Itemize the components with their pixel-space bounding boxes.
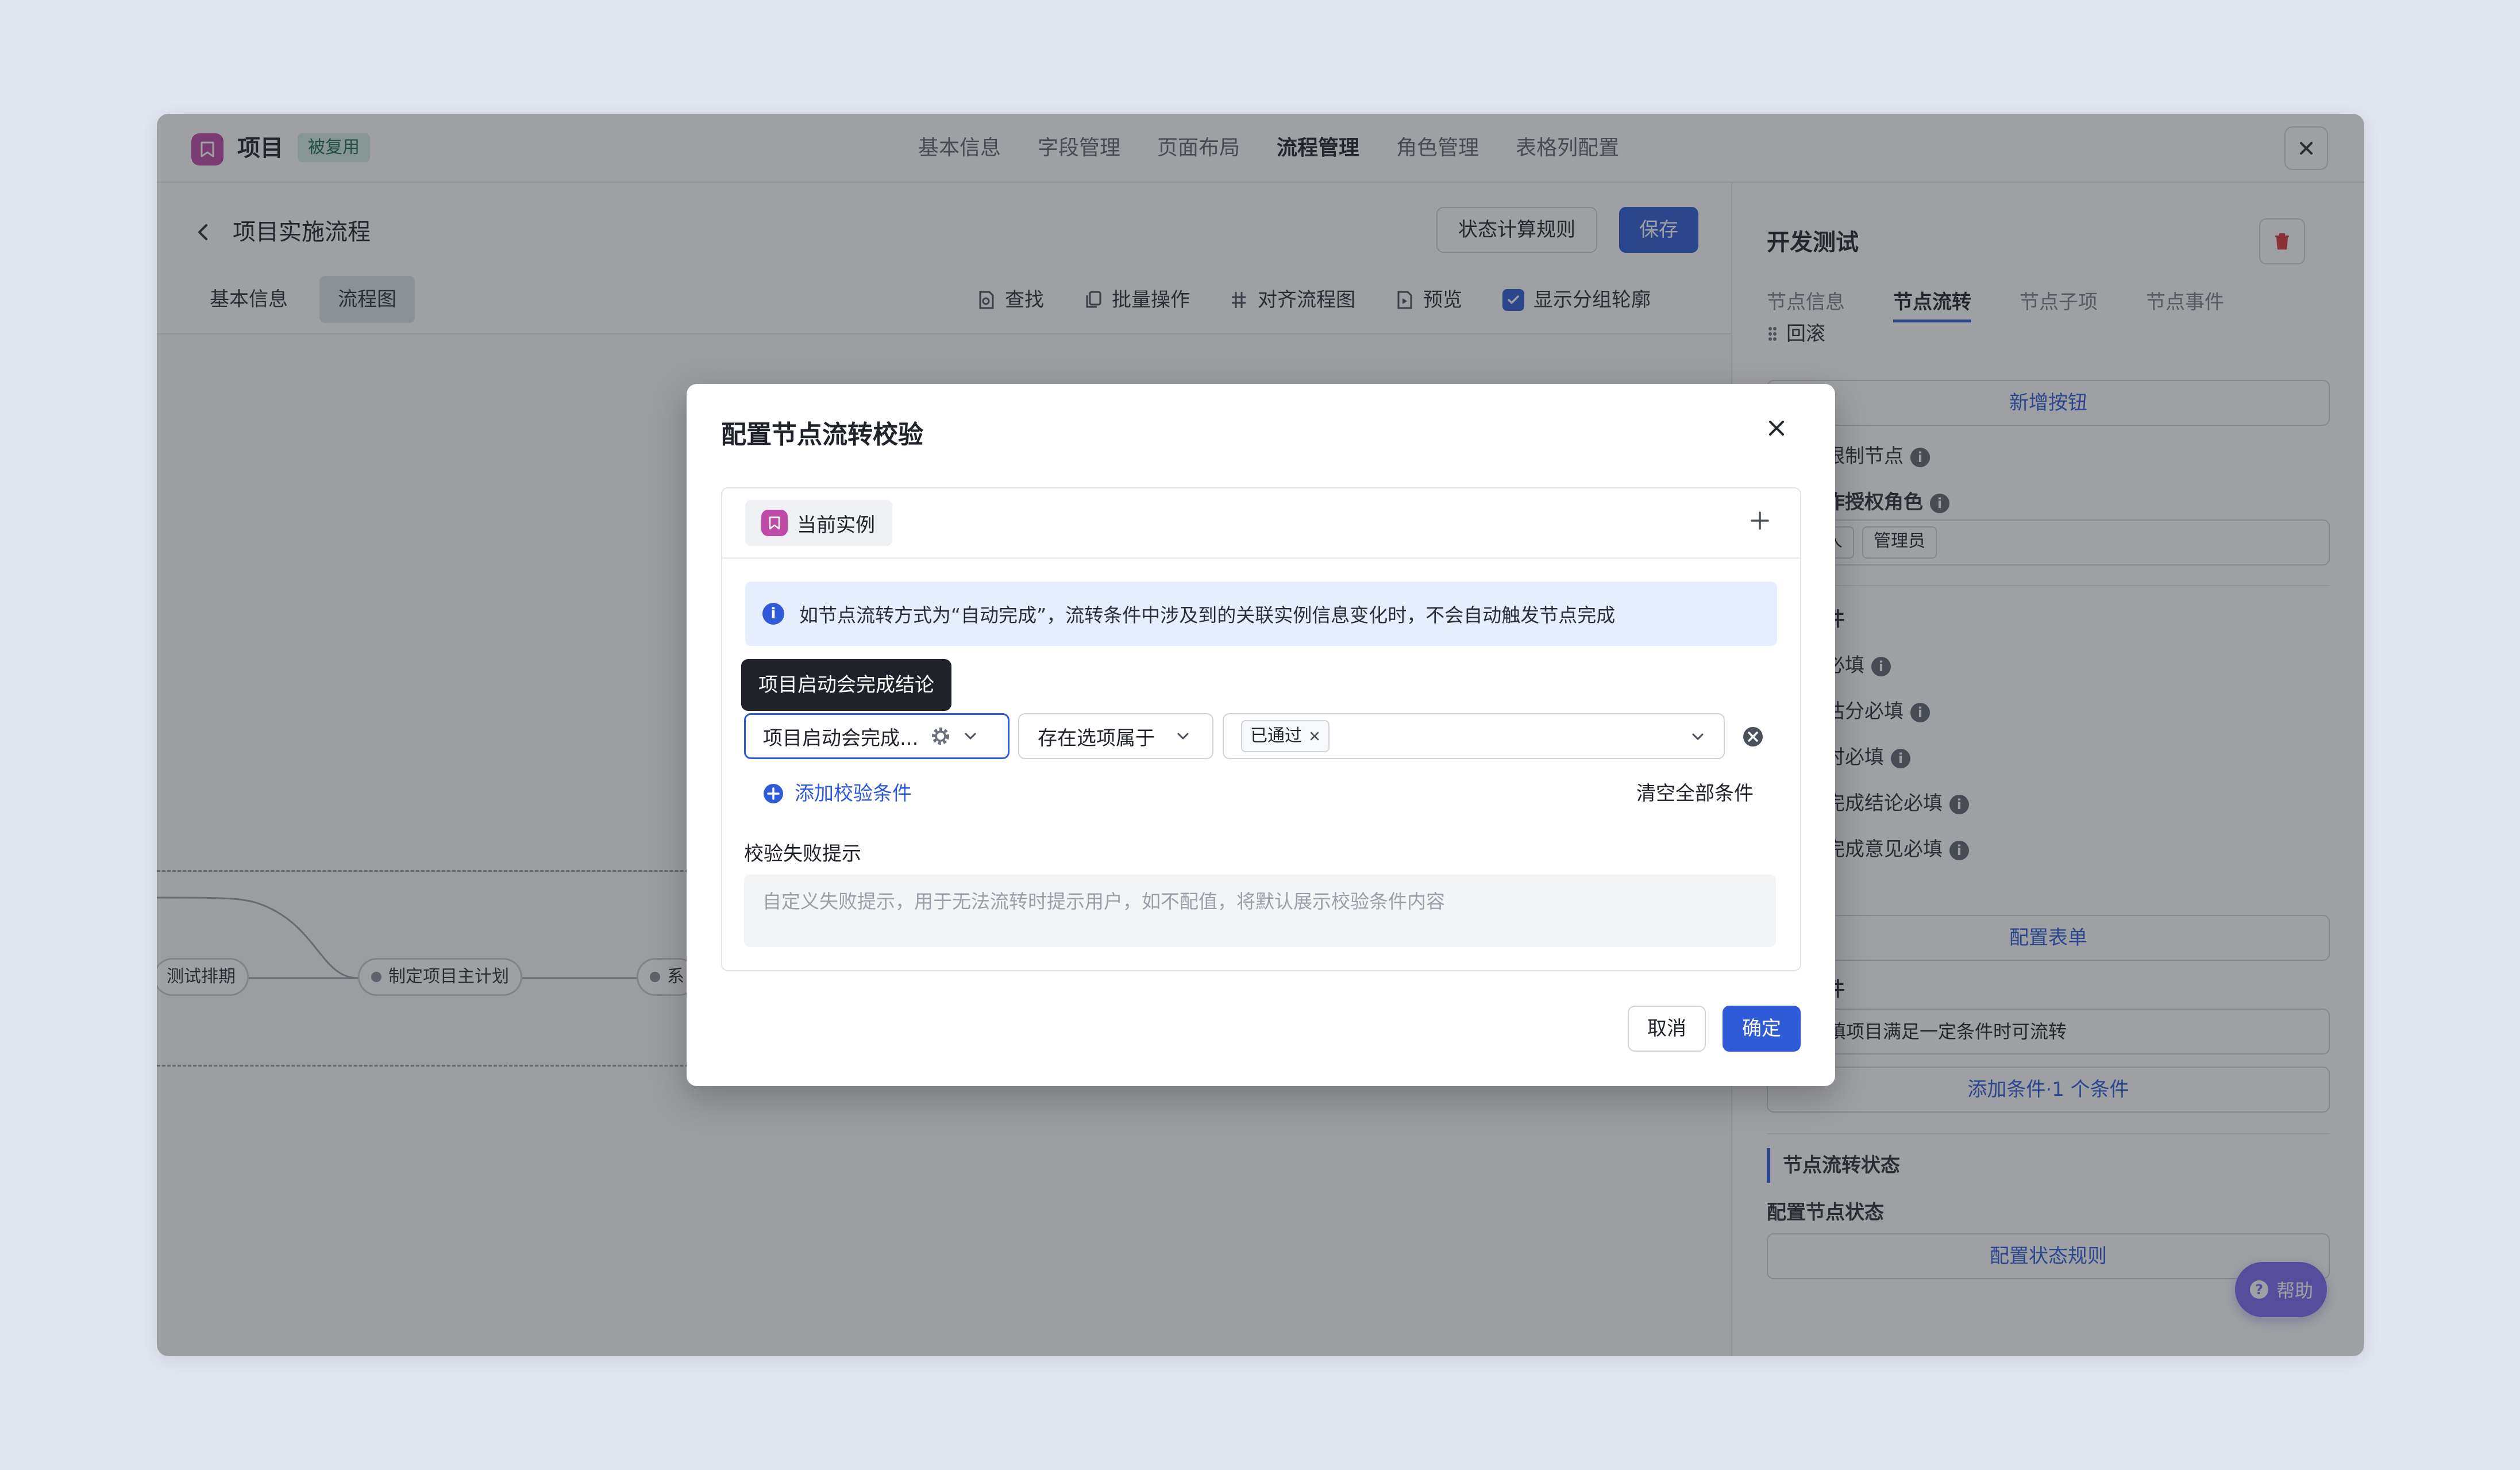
plus-circle-icon — [764, 784, 783, 803]
confirm-button[interactable]: 确定 — [1723, 1006, 1801, 1052]
chevron-down-icon — [965, 733, 976, 740]
current-instance-label: 当前实例 — [797, 513, 875, 537]
gear-icon[interactable] — [930, 725, 951, 747]
chevron-down-icon — [1177, 733, 1189, 740]
condition-field-select[interactable]: 项目启动会完成... — [744, 713, 1009, 759]
current-instance-tab[interactable]: 当前实例 — [745, 500, 892, 546]
info-icon: i — [762, 603, 784, 625]
bookmark-icon — [761, 510, 788, 536]
alert-text: 如节点流转方式为“自动完成”，流转条件中涉及到的关联实例信息变化时，不会自动触发… — [799, 604, 1616, 626]
add-condition-label: 添加校验条件 — [795, 782, 912, 805]
value-tag: 已通过 — [1241, 720, 1330, 752]
condition-value-select[interactable]: 已通过 — [1223, 713, 1725, 759]
fail-message-label: 校验失败提示 — [744, 842, 861, 865]
tag-remove-icon[interactable] — [1309, 730, 1320, 742]
close-circle-icon — [1743, 727, 1763, 746]
add-validation-condition-button[interactable]: 添加校验条件 — [762, 776, 912, 811]
info-alert: i 如节点流转方式为“自动完成”，流转条件中涉及到的关联实例信息变化时，不会自动… — [745, 582, 1777, 646]
plus-icon — [1751, 511, 1769, 530]
fail-message-input[interactable] — [744, 875, 1776, 947]
operator-value: 存在选项属于 — [1038, 726, 1155, 750]
cancel-button[interactable]: 取消 — [1628, 1006, 1706, 1052]
tag-label: 已通过 — [1250, 726, 1302, 746]
dialog-title: 配置节点流转校验 — [721, 420, 923, 449]
chevron-down-icon — [1692, 733, 1704, 740]
card-header: 当前实例 — [722, 488, 1800, 559]
condition-operator-select[interactable]: 存在选项属于 — [1018, 713, 1213, 759]
remove-condition-button[interactable] — [1742, 726, 1764, 748]
close-icon — [1769, 421, 1784, 436]
add-instance-button[interactable] — [1748, 509, 1771, 532]
field-tooltip: 项目启动会完成结论 — [741, 659, 951, 711]
dialog-close-button[interactable] — [1767, 418, 1786, 438]
clear-all-conditions-button[interactable]: 清空全部条件 — [1636, 776, 1754, 811]
field-value: 项目启动会完成... — [763, 726, 919, 750]
